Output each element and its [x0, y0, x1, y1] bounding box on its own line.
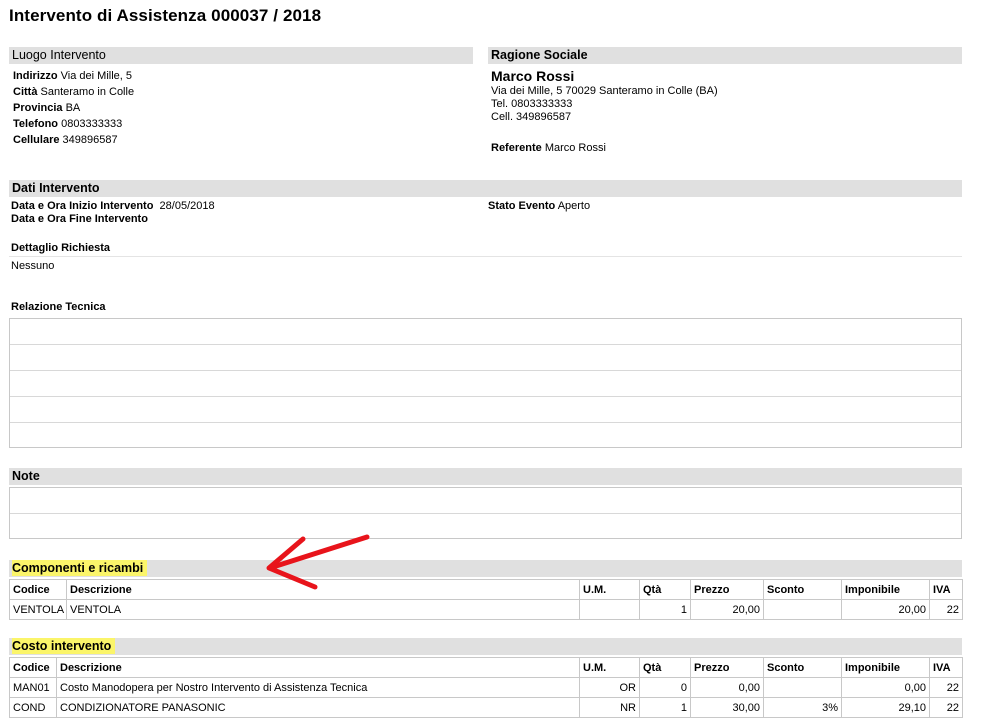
costo-header-row: Codice Descrizione U.M. Qtà Prezzo Scont… — [9, 657, 963, 678]
cell-sconto: 3% — [763, 697, 842, 718]
componenti-header-row: Codice Descrizione U.M. Qtà Prezzo Scont… — [9, 579, 963, 600]
cell-qta: 1 — [639, 697, 691, 718]
dettaglio-value: Nessuno — [11, 260, 55, 272]
luogo-citta: Città Santeramo in Colle — [13, 86, 135, 98]
cell-codice: MAN01 — [9, 677, 57, 698]
relazione-box — [9, 318, 962, 448]
dati-fine-label: Data e Ora Fine Intervento — [11, 213, 148, 225]
relazione-row-line — [10, 396, 961, 397]
dettaglio-label: Dettaglio Richiesta — [11, 242, 111, 254]
col-um: U.M. — [579, 657, 640, 678]
dati-header: Dati Intervento — [12, 181, 100, 195]
cell-um — [579, 599, 640, 620]
componenti-header: Componenti e ricambi — [9, 560, 962, 577]
costo-header-bar: Costo intervento — [9, 638, 962, 655]
ragione-tel: Tel. 0803333333 — [491, 98, 573, 110]
col-codice: Codice — [9, 657, 57, 678]
relazione-label: Relazione Tecnica — [11, 301, 106, 313]
cell-descrizione: CONDIZIONATORE PANASONIC — [56, 697, 580, 718]
col-qta: Qtà — [639, 657, 691, 678]
relazione-row-line — [10, 370, 961, 371]
cell-iva: 22 — [929, 697, 963, 718]
cell-prezzo: 30,00 — [690, 697, 764, 718]
table-row: COND CONDIZIONATORE PANASONIC NR 1 30,00… — [9, 697, 963, 718]
col-imponibile: Imponibile — [841, 657, 930, 678]
costo-table: Codice Descrizione U.M. Qtà Prezzo Scont… — [9, 657, 963, 718]
ragione-block: Marco Rossi Via dei Mille, 5 70029 Sante… — [491, 67, 718, 124]
col-qta: Qtà — [639, 579, 691, 600]
cell-codice: VENTOLA — [9, 599, 67, 620]
luogo-header: Luogo Intervento — [12, 48, 106, 62]
col-prezzo: Prezzo — [690, 657, 764, 678]
col-iva: IVA — [929, 579, 963, 600]
luogo-telefono: Telefono 0803333333 — [13, 118, 123, 130]
costo-header: Costo intervento — [9, 638, 962, 655]
ragione-cell: Cell. 349896587 — [491, 111, 572, 123]
col-prezzo: Prezzo — [690, 579, 764, 600]
dettaglio-divider — [9, 256, 962, 257]
componenti-header-bar: Componenti e ricambi — [9, 560, 962, 577]
dati-inizio: Data e Ora Inizio Intervento 28/05/2018 — [11, 200, 215, 212]
cell-sconto — [763, 599, 842, 620]
red-arrow-icon — [266, 534, 370, 590]
cell-codice: COND — [9, 697, 57, 718]
relazione-row-line — [10, 344, 961, 345]
col-descrizione: Descrizione — [56, 657, 580, 678]
referente: Referente Marco Rossi — [491, 142, 606, 154]
luogo-cellulare: Cellulare 349896587 — [13, 134, 118, 146]
cell-um: OR — [579, 677, 640, 698]
col-iva: IVA — [929, 657, 963, 678]
cell-sconto — [763, 677, 842, 698]
dati-stato: Stato Evento Aperto — [488, 200, 591, 212]
componenti-table: Codice Descrizione U.M. Qtà Prezzo Scont… — [9, 579, 963, 620]
note-row-line — [10, 513, 961, 514]
luogo-header-bar: Luogo Intervento — [9, 47, 473, 64]
note-header: Note — [12, 469, 40, 483]
page-title: Intervento di Assistenza 000037 / 2018 — [9, 6, 322, 25]
table-row: VENTOLA VENTOLA 1 20,00 20,00 22 — [9, 599, 963, 620]
cell-qta: 1 — [639, 599, 691, 620]
col-imponibile: Imponibile — [841, 579, 930, 600]
cell-um: NR — [579, 697, 640, 718]
ragione-header-bar: Ragione Sociale — [488, 47, 962, 64]
cell-prezzo: 0,00 — [690, 677, 764, 698]
luogo-provincia: Provincia BA — [13, 102, 81, 114]
cell-prezzo: 20,00 — [690, 599, 764, 620]
note-box — [9, 487, 962, 539]
col-sconto: Sconto — [763, 657, 842, 678]
cell-iva: 22 — [929, 677, 963, 698]
col-sconto: Sconto — [763, 579, 842, 600]
col-codice: Codice — [9, 579, 67, 600]
luogo-fields: Indirizzo Via dei Mille, 5 Città Santera… — [13, 68, 134, 148]
ragione-name: Marco Rossi — [491, 68, 575, 84]
cell-imponibile: 0,00 — [841, 677, 930, 698]
ragione-header: Ragione Sociale — [491, 48, 588, 62]
cell-qta: 0 — [639, 677, 691, 698]
cell-iva: 22 — [929, 599, 963, 620]
cell-imponibile: 20,00 — [841, 599, 930, 620]
relazione-row-line — [10, 422, 961, 423]
luogo-indirizzo: Indirizzo Via dei Mille, 5 — [13, 70, 133, 82]
table-row: MAN01 Costo Manodopera per Nostro Interv… — [9, 677, 963, 698]
dati-header-bar: Dati Intervento — [9, 180, 962, 197]
ragione-address: Via dei Mille, 5 70029 Santeramo in Coll… — [491, 85, 718, 97]
cell-descrizione: Costo Manodopera per Nostro Intervento d… — [56, 677, 580, 698]
col-um: U.M. — [579, 579, 640, 600]
cell-descrizione: VENTOLA — [66, 599, 580, 620]
note-header-bar: Note — [9, 468, 962, 485]
cell-imponibile: 29,10 — [841, 697, 930, 718]
